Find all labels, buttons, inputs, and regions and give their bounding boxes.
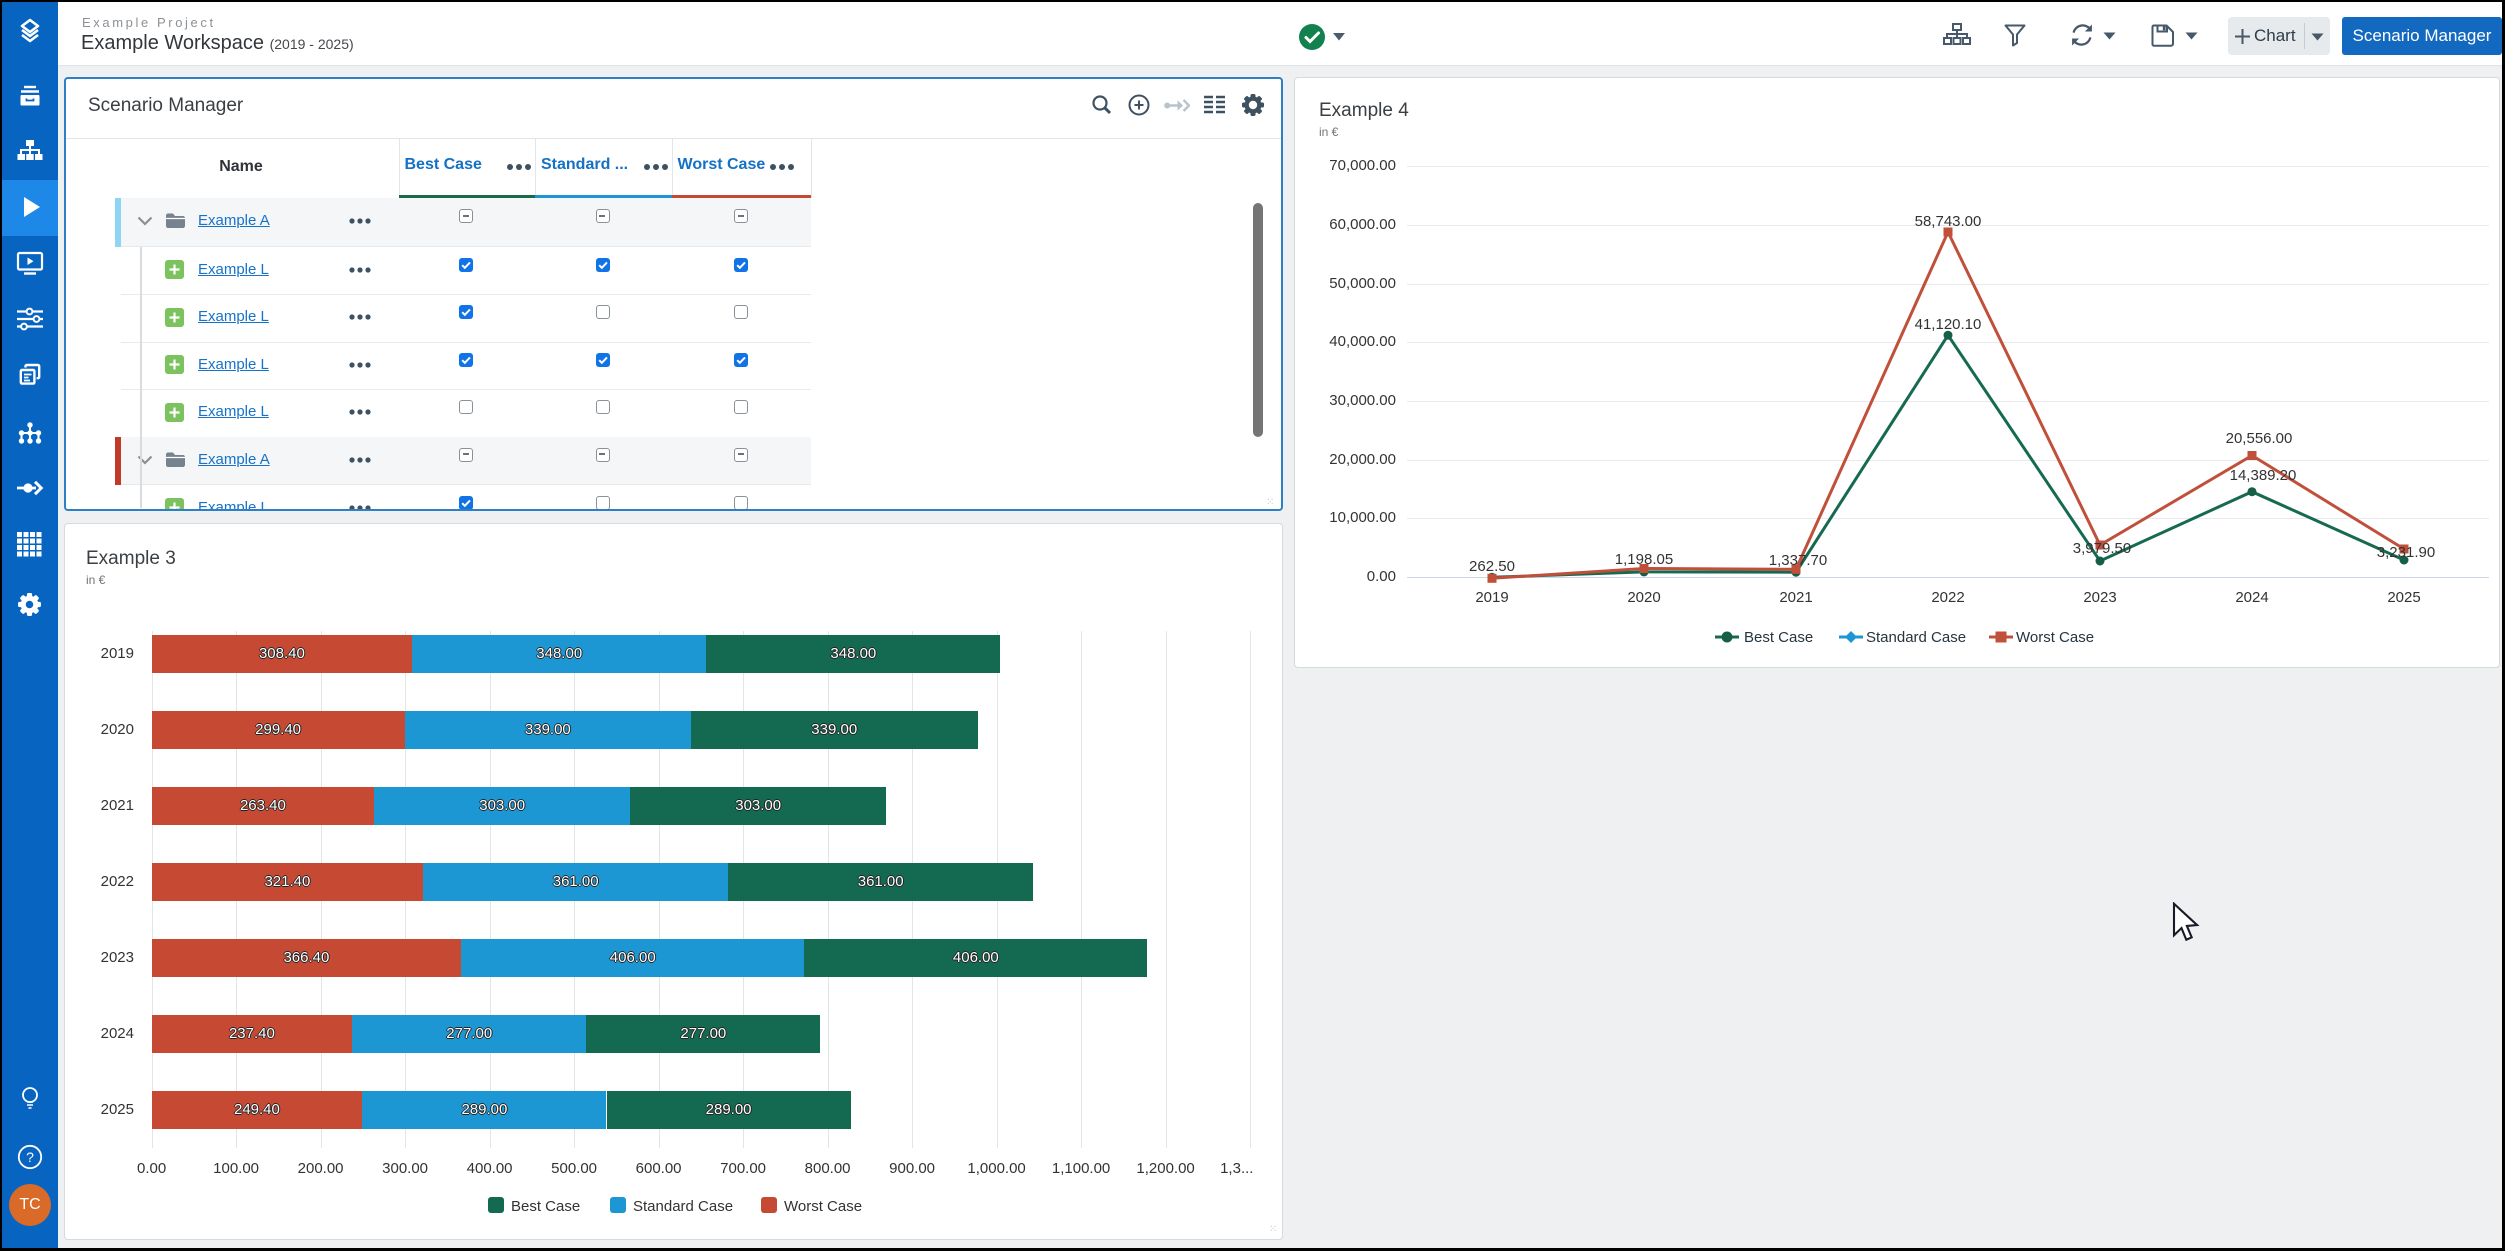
- svg-text:?: ?: [26, 1149, 34, 1165]
